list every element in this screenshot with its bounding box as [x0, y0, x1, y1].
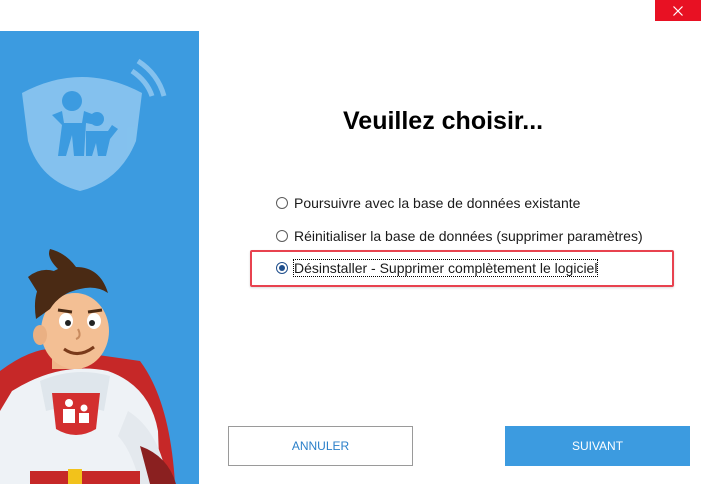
- family-shield-icon: [22, 58, 167, 191]
- option-uninstall[interactable]: Désinstaller - Supprimer complètement le…: [276, 259, 599, 277]
- sidebar-illustration: [0, 58, 176, 484]
- option-label: Poursuivre avec la base de données exist…: [294, 195, 581, 211]
- option-reset-db[interactable]: Réinitialiser la base de données (suppri…: [276, 228, 643, 244]
- option-label: Réinitialiser la base de données (suppri…: [294, 228, 643, 244]
- page-title: Veuillez choisir...: [343, 107, 544, 135]
- superhero-mascot: [0, 249, 176, 484]
- next-button[interactable]: SUIVANT: [505, 426, 690, 466]
- close-button[interactable]: [655, 0, 701, 21]
- close-icon: [673, 5, 683, 16]
- radio-button-selected[interactable]: [276, 262, 288, 274]
- option-continue-existing-db[interactable]: Poursuivre avec la base de données exist…: [276, 195, 580, 211]
- radio-button[interactable]: [276, 230, 288, 242]
- cancel-button[interactable]: ANNULER: [228, 426, 413, 466]
- radio-button[interactable]: [276, 197, 288, 209]
- sidebar-panel: [0, 31, 199, 484]
- option-label: Désinstaller - Supprimer complètement le…: [292, 259, 599, 277]
